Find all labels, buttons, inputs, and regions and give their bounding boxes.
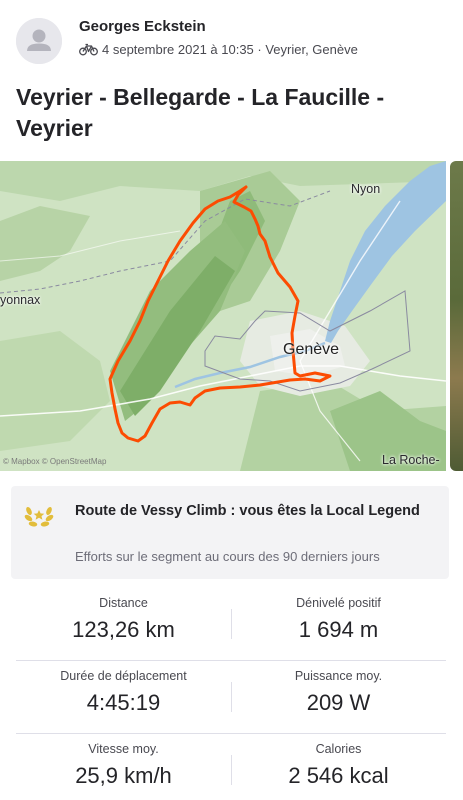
- stat-calories: Calories 2 546 kcal: [231, 734, 446, 800]
- stat-value: 4:45:19: [86, 690, 161, 715]
- stat-elevation-gain: Dénivelé positif 1 694 m: [231, 588, 446, 660]
- stat-value: 25,9 km/h: [75, 763, 172, 788]
- activity-date-location: 4 septembre 2021 à 10:35 · Veyrier, Genè…: [102, 42, 358, 57]
- stat-avg-power: Puissance moy. 209 W: [231, 661, 446, 733]
- stat-divider: [231, 682, 232, 712]
- stat-label: Calories: [315, 742, 362, 756]
- stat-divider: [231, 609, 232, 639]
- stat-moving-time: Durée de déplacement 4:45:19: [16, 661, 231, 733]
- activity-header: Georges Eckstein 4 septembre 2021 à 10:3…: [16, 14, 456, 64]
- stat-label: Puissance moy.: [294, 669, 383, 683]
- route-map[interactable]: Nyon yonnax Genève La Roche- © Mapbox © …: [0, 161, 446, 471]
- athlete-name[interactable]: Georges Eckstein: [79, 18, 206, 35]
- bike-icon: [79, 43, 98, 56]
- map-label-la-roche: La Roche-: [382, 453, 440, 467]
- stat-value: 2 546 kcal: [288, 763, 389, 788]
- stat-value: 209 W: [306, 690, 371, 715]
- map-label-geneve: Genève: [283, 341, 340, 358]
- activity-meta: 4 septembre 2021 à 10:35 · Veyrier, Genè…: [79, 42, 358, 57]
- stat-label: Dénivelé positif: [296, 596, 381, 610]
- local-legend-title: Route de Vessy Climb : vous êtes la Loca…: [75, 503, 420, 519]
- activity-title: Veyrier - Bellegarde - La Faucille - Vey…: [16, 84, 385, 141]
- map-label-oyonnax: yonnax: [0, 293, 41, 307]
- stat-divider: [231, 755, 232, 785]
- stat-avg-speed: Vitesse moy. 25,9 km/h: [16, 734, 231, 800]
- map-canvas: [0, 161, 446, 471]
- laurel-icon: [24, 501, 54, 531]
- stat-value: 123,26 km: [72, 617, 175, 642]
- stat-value: 1 694 m: [298, 617, 379, 642]
- map-label-nyon: Nyon: [351, 182, 381, 196]
- activity-photo-preview[interactable]: [450, 161, 463, 471]
- local-legend-card[interactable]: Route de Vessy Climb : vous êtes la Loca…: [11, 486, 449, 579]
- user-placeholder-icon: [16, 18, 62, 64]
- local-legend-subtitle: Efforts sur le segment au cours des 90 d…: [75, 549, 380, 564]
- stat-label: Vitesse moy.: [88, 742, 159, 756]
- avatar[interactable]: [16, 18, 62, 64]
- map-attribution[interactable]: © Mapbox © OpenStreetMap: [3, 457, 106, 466]
- stat-label: Distance: [99, 596, 148, 610]
- stat-label: Durée de déplacement: [60, 669, 187, 683]
- stat-distance: Distance 123,26 km: [16, 588, 231, 660]
